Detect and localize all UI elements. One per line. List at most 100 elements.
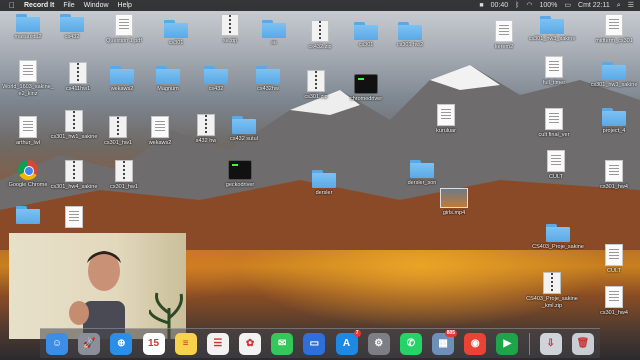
preview-app[interactable]: ▦ 805 <box>432 329 458 355</box>
launchpad-app[interactable]: 🚀 <box>78 332 101 355</box>
archive-icon <box>543 272 561 294</box>
doc-icon <box>605 14 623 36</box>
bluetooth-icon[interactable]: ᛒ <box>515 0 519 11</box>
desktop-icon-folder[interactable]: cs301_hw3_sakine <box>526 16 578 43</box>
desktop-icon-doc[interactable]: full_timer <box>528 56 580 87</box>
system-preferences-app[interactable]: ⚙ <box>367 332 390 355</box>
desktop-icon-folder[interactable]: CS403_Proje_sakine <box>532 224 584 251</box>
desktop-icon-doc[interactable]: CULT <box>588 244 640 275</box>
desktop-icon-doc[interactable]: cs301_hw4 <box>588 286 640 317</box>
facetime-app[interactable]: ▶ <box>496 332 519 355</box>
menu-window[interactable]: Window <box>84 0 109 11</box>
desktop-icon-label: cs432.zip <box>308 44 332 50</box>
desktop-icon-folder[interactable]: wekaws2 <box>96 66 148 93</box>
notification-badge: 7 <box>353 329 361 337</box>
desktop-icon-label: cult final_ver <box>538 132 570 138</box>
search-icon[interactable]: ⌕ <box>617 0 621 11</box>
desktop-icon-doc[interactable] <box>48 206 100 230</box>
desktop-icon-folder[interactable]: cs432 <box>46 14 98 41</box>
folder-icon <box>540 16 564 34</box>
doc-icon <box>65 206 83 228</box>
clock[interactable]: Cmt 22:11 <box>578 0 610 11</box>
reminders-app[interactable]: ☰ <box>206 332 229 355</box>
chrome-icon <box>18 160 38 180</box>
menu-file[interactable]: File <box>63 0 74 11</box>
menu-extras-icon[interactable]: ☰ <box>628 0 634 11</box>
menu-help[interactable]: Help <box>118 0 132 11</box>
menu-app-name[interactable]: Record It <box>24 0 54 11</box>
desktop-icon-folder[interactable] <box>2 206 54 226</box>
battery-percent[interactable]: 100% <box>539 0 557 11</box>
desktop-icon-doc[interactable]: midterm_cs301 <box>588 14 640 45</box>
app-store-app[interactable]: A7 <box>335 329 361 355</box>
safari-app[interactable]: ⊕ <box>110 332 133 355</box>
desktop-icon-terminal[interactable]: geckodriver <box>214 160 266 189</box>
image-icon <box>440 188 468 208</box>
folder-icon <box>410 160 434 178</box>
wifi-icon[interactable]: ◠ <box>526 0 532 11</box>
archive-icon <box>221 14 239 36</box>
doc-icon <box>545 108 563 130</box>
desktop-icon-doc[interactable]: cult final_ver <box>528 108 580 139</box>
trash-app[interactable]: 🗑 <box>571 332 594 355</box>
desktop-icon-folder[interactable]: se <box>248 20 300 47</box>
desktop-icon-folder[interactable]: dersler <box>298 170 350 197</box>
desktop-icon-folder[interactable]: Magnum <box>142 66 194 93</box>
desktop-icon-label: cs301_hw3_sakine <box>590 82 638 88</box>
desktop-icon-folder[interactable]: cs432 sutul <box>218 116 270 143</box>
desktop-icon-label: kuruluar <box>436 128 456 134</box>
downloads-stack[interactable]: ⇩ <box>539 332 562 355</box>
desktop-icon-doc[interactable]: wekaws2 <box>134 116 186 147</box>
record-stop-icon[interactable]: ■ <box>479 0 483 11</box>
desktop-icon-doc[interactable]: Question 1.pdf <box>98 14 150 45</box>
archive-icon <box>197 114 215 136</box>
desktop-icon-folder[interactable]: cs432hw <box>242 66 294 93</box>
desktop-icon-archive[interactable]: cs432.zip <box>294 20 346 51</box>
desktop-icon-label: cs301_hw4 <box>600 184 628 190</box>
desktop-icon-folder[interactable]: dersler_son <box>396 160 448 187</box>
desktop-icon-archive[interactable]: cs301_hw4_sakine <box>48 160 100 191</box>
battery-icon: ▭ <box>564 2 572 9</box>
desktop-icon-label: cs301 hw2 <box>396 42 424 48</box>
notes-app[interactable]: ≡ <box>174 332 197 355</box>
chrome-app[interactable]: ◉ <box>464 332 487 355</box>
desktop-icon-label: Google Chrome <box>8 182 48 188</box>
desktop-icon-label: cs432 sutul <box>230 136 258 142</box>
folder-icon <box>602 62 626 80</box>
doc-icon <box>115 14 133 36</box>
apple-menu-icon[interactable]:  <box>9 0 15 11</box>
folder-icon <box>204 66 228 84</box>
notification-badge: 805 <box>444 329 458 337</box>
desktop-icon-doc[interactable]: arthur_lwl <box>2 116 54 147</box>
desktop-icon-doc[interactable]: kuruluar <box>420 104 472 135</box>
terminal-icon <box>228 160 252 180</box>
desktop-icon-chrome[interactable]: Google Chrome <box>2 160 54 189</box>
desktop-icon-terminal[interactable]: chromedriver <box>340 74 392 103</box>
desktop-icon-folder[interactable]: project_4 <box>588 108 640 135</box>
desktop-icon-folder[interactable]: cs301_hw3_sakine <box>588 62 640 89</box>
photos-app[interactable]: ✿ <box>239 332 262 355</box>
desktop-icon-doc[interactable]: CULT <box>530 150 582 181</box>
desktop-icon-archive[interactable]: cs301.zip <box>290 70 342 101</box>
desktop-icon-doc[interactable]: kerem2 <box>478 20 530 51</box>
desktop-icon-archive[interactable]: cs301_hw1 <box>98 160 150 191</box>
folder-icon <box>60 14 84 32</box>
calendar-app[interactable]: 15 <box>142 332 165 355</box>
desktop-icon-folder[interactable]: cs301 hw2 <box>384 22 436 49</box>
desktop-icon-folder[interactable]: cs432 <box>190 66 242 93</box>
messages-app[interactable]: ✉ <box>271 332 294 355</box>
whatsapp-app[interactable]: ✆ <box>399 332 422 355</box>
desktop-icon-folder[interactable]: cs301 <box>150 20 202 47</box>
doc-icon <box>19 60 37 82</box>
recording-time: 00:40 <box>490 2 509 9</box>
desktop-icon-archive[interactable]: CS403_Proje_sakine_kml.zip <box>526 272 578 309</box>
folder-icon <box>232 116 256 134</box>
desktop-icon-doc[interactable]: World_1603_sakine_e2_kinz <box>2 60 54 97</box>
desktop-icon-image[interactable]: girls.mp4 <box>428 188 480 217</box>
folder-icon <box>354 22 378 40</box>
archive-icon <box>65 110 83 132</box>
finder-app[interactable]: ☺ <box>46 332 68 355</box>
folder-icon <box>398 22 422 40</box>
desktop-icon-doc[interactable]: cs301_hw4 <box>588 160 640 191</box>
keynote-app[interactable]: ▭ <box>303 332 326 355</box>
